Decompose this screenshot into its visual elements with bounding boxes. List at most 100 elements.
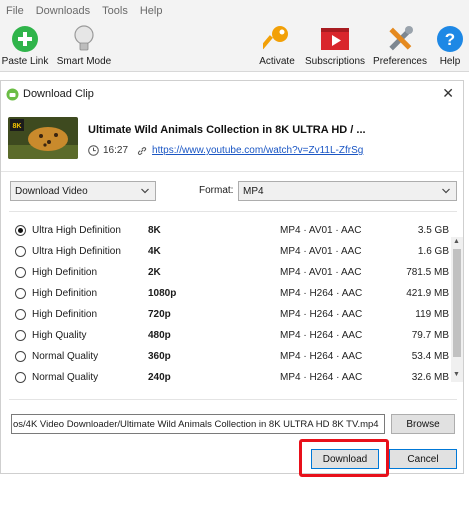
save-path-value: os/4K Video Downloader/Ultimate Wild Ani…	[13, 418, 379, 430]
quality-name: Ultra High Definition	[32, 246, 121, 257]
help-label: Help	[439, 56, 461, 67]
quality-name: High Definition	[32, 309, 98, 320]
quality-option[interactable]: Ultra High Definition 8K MP4 · AV01 · AA…	[9, 220, 449, 241]
toolbar: Paste Link Smart Mode Activate Subscript…	[0, 22, 469, 72]
paste-link-button[interactable]: Paste Link	[2, 22, 48, 72]
radio-button[interactable]	[15, 246, 26, 257]
quality-name: High Quality	[32, 330, 87, 341]
file-size: 3.5 GB	[417, 225, 449, 236]
cancel-button[interactable]: Cancel	[389, 449, 457, 469]
help-icon: ?	[436, 22, 464, 56]
download-highlight-annotation	[299, 439, 389, 477]
menu-tools[interactable]: Tools	[96, 5, 134, 17]
quality-option[interactable]: High Quality 480p MP4 · H264 · AAC 79.7 …	[9, 325, 449, 346]
quality-list-scrollbar[interactable]: ▲ ▼	[451, 237, 463, 382]
browse-label: Browse	[406, 418, 440, 430]
quality-name: Normal Quality	[32, 372, 99, 383]
menu-help[interactable]: Help	[134, 5, 169, 17]
file-size: 421.9 MB	[406, 288, 449, 299]
paste-link-label: Paste Link	[1, 56, 49, 67]
subscriptions-icon	[319, 22, 351, 56]
preferences-label: Preferences	[373, 56, 427, 67]
file-size: 1.6 GB	[417, 246, 449, 257]
resolution: 240p	[148, 372, 171, 383]
codec: MP4 · AV01 · AAC	[280, 246, 362, 257]
subscriptions-button[interactable]: Subscriptions	[304, 22, 366, 72]
activate-key-icon	[263, 22, 291, 56]
quality-name: Ultra High Definition	[32, 225, 121, 236]
codec: MP4 · H264 · AAC	[280, 330, 363, 341]
resolution: 480p	[148, 330, 171, 341]
file-size: 53.4 MB	[411, 351, 449, 362]
help-button[interactable]: ? Help	[434, 22, 466, 72]
quality-name: Normal Quality	[32, 351, 99, 362]
save-path-input[interactable]: os/4K Video Downloader/Ultimate Wild Ani…	[11, 414, 385, 434]
scrollbar-thumb[interactable]	[453, 249, 461, 357]
file-size: 119 MB	[415, 309, 449, 320]
smart-mode-bulb-icon	[72, 22, 96, 56]
quality-name: High Definition	[32, 267, 98, 278]
chevron-down-icon	[441, 185, 451, 200]
resolution: 1080p	[148, 288, 177, 299]
quality-list: Ultra High Definition 8K MP4 · AV01 · AA…	[9, 220, 459, 383]
quality-option[interactable]: High Definition 720p MP4 · H264 · AAC 11…	[9, 304, 449, 325]
divider	[9, 211, 457, 212]
radio-button[interactable]	[15, 267, 26, 278]
menu-bar: File Downloads Tools Help	[0, 0, 469, 22]
divider	[1, 171, 463, 172]
clock-icon	[88, 145, 99, 156]
codec: MP4 · AV01 · AAC	[280, 267, 362, 278]
clip-url-link[interactable]: https://www.youtube.com/watch?v=Zv11L-Zf…	[152, 145, 363, 156]
resolution: 720p	[148, 309, 171, 320]
cancel-label: Cancel	[407, 453, 439, 465]
preferences-button[interactable]: Preferences	[372, 22, 428, 72]
radio-button[interactable]	[15, 309, 26, 320]
browse-button[interactable]: Browse	[391, 414, 455, 434]
quality-option[interactable]: Normal Quality 360p MP4 · H264 · AAC 53.…	[9, 346, 449, 367]
smart-mode-button[interactable]: Smart Mode	[56, 22, 112, 72]
svg-text:8K: 8K	[13, 123, 22, 130]
radio-button[interactable]	[15, 372, 26, 383]
download-type-value: Download Video	[15, 185, 88, 197]
codec: MP4 · H264 · AAC	[280, 288, 363, 299]
download-clip-dialog: Download Clip ✕ 8K Ultimate Wild Animals…	[0, 80, 464, 477]
clip-title: Ultimate Wild Animals Collection in 8K U…	[88, 124, 366, 136]
resolution: 2K	[148, 267, 161, 278]
menu-file[interactable]: File	[0, 5, 30, 17]
codec: MP4 · H264 · AAC	[280, 372, 363, 383]
subscriptions-label: Subscriptions	[304, 56, 366, 67]
quality-option[interactable]: High Definition 1080p MP4 · H264 · AAC 4…	[9, 283, 449, 304]
quality-name: High Definition	[32, 288, 98, 299]
quality-option[interactable]: Normal Quality 240p MP4 · H264 · AAC 32.…	[9, 367, 449, 388]
divider	[9, 399, 457, 400]
format-select[interactable]: MP4	[238, 181, 457, 201]
format-label: Format:	[199, 185, 234, 196]
codec: MP4 · H264 · AAC	[280, 309, 363, 320]
radio-button[interactable]	[15, 351, 26, 362]
quality-option[interactable]: High Definition 2K MP4 · AV01 · AAC 781.…	[9, 262, 449, 283]
radio-button[interactable]	[15, 330, 26, 341]
quality-option[interactable]: Ultra High Definition 4K MP4 · AV01 · AA…	[9, 241, 449, 262]
clip-info: 8K Ultimate Wild Animals Collection in 8…	[1, 107, 463, 171]
scroll-down-icon[interactable]: ▼	[453, 371, 460, 378]
scroll-up-icon[interactable]: ▲	[453, 238, 460, 245]
smart-mode-label: Smart Mode	[56, 56, 112, 67]
close-icon[interactable]: ✕	[442, 86, 454, 100]
resolution: 8K	[148, 225, 161, 236]
file-size: 781.5 MB	[406, 267, 449, 278]
resolution: 4K	[148, 246, 161, 257]
resolution: 360p	[148, 351, 171, 362]
radio-button[interactable]	[15, 288, 26, 299]
preferences-tools-icon	[384, 22, 416, 56]
clip-meta: 16:27 https://www.youtube.com/watch?v=Zv…	[88, 145, 363, 156]
paste-link-icon	[11, 22, 39, 56]
menu-downloads[interactable]: Downloads	[30, 5, 96, 17]
link-icon	[137, 146, 147, 156]
download-type-select[interactable]: Download Video	[10, 181, 156, 201]
dialog-titlebar: Download Clip ✕	[1, 81, 463, 107]
activate-button[interactable]: Activate	[256, 22, 298, 72]
radio-button[interactable]	[15, 225, 26, 236]
app-logo-icon	[6, 88, 19, 101]
chevron-down-icon	[140, 185, 150, 200]
activate-label: Activate	[259, 56, 295, 67]
